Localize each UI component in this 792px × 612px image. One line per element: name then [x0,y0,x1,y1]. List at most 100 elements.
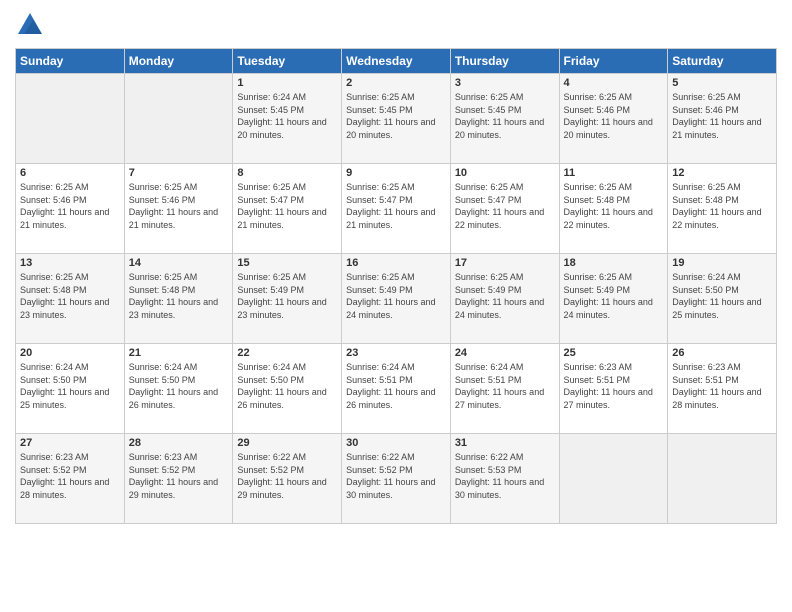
day-info: Sunrise: 6:23 AM Sunset: 5:51 PM Dayligh… [564,361,664,411]
day-number: 11 [564,167,664,179]
calendar-cell: 14 Sunrise: 6:25 AM Sunset: 5:48 PM Dayli… [124,254,233,344]
day-info: Sunrise: 6:25 AM Sunset: 5:47 PM Dayligh… [455,181,555,231]
calendar-cell: 4Sunrise: 6:25 AM Sunset: 5:46 PM Daylig… [559,74,668,164]
weekday-header-row: SundayMondayTuesdayWednesdayThursdayFrid… [16,49,777,74]
calendar-cell: 22 Sunrise: 6:24 AM Sunset: 5:50 PM Dayli… [233,344,342,434]
day-info: Sunrise: 6:25 AM Sunset: 5:48 PM Dayligh… [20,271,120,321]
day-number: 12 [672,167,772,179]
day-number: 30 [346,437,446,449]
day-number: 8 [237,167,337,179]
page: SundayMondayTuesdayWednesdayThursdayFrid… [0,0,792,612]
day-info: Sunrise: 6:25 AM Sunset: 5:46 PM Dayligh… [129,181,229,231]
calendar-cell [668,434,777,524]
calendar-cell: 29 Sunrise: 6:22 AM Sunset: 5:52 PM Dayli… [233,434,342,524]
day-info: Sunrise: 6:23 AM Sunset: 5:51 PM Dayligh… [672,361,772,411]
calendar-cell: 24 Sunrise: 6:24 AM Sunset: 5:51 PM Dayli… [450,344,559,434]
day-number: 21 [129,347,229,359]
calendar-cell: 26Sunrise: 6:23 AM Sunset: 5:51 PM Dayli… [668,344,777,434]
day-number: 31 [455,437,555,449]
day-number: 25 [564,347,664,359]
calendar-week-3: 13 Sunrise: 6:25 AM Sunset: 5:48 PM Dayli… [16,254,777,344]
calendar-cell: 19 Sunrise: 6:24 AM Sunset: 5:50 PM Dayli… [668,254,777,344]
calendar-cell: 12 Sunrise: 6:25 AM Sunset: 5:48 PM Dayli… [668,164,777,254]
day-number: 14 [129,257,229,269]
day-info: Sunrise: 6:24 AM Sunset: 5:50 PM Dayligh… [237,361,337,411]
day-info: Sunrise: 6:25 AM Sunset: 5:49 PM Dayligh… [346,271,446,321]
calendar-cell: 3 Sunrise: 6:25 AM Sunset: 5:45 PM Daylig… [450,74,559,164]
day-number: 7 [129,167,229,179]
day-info: Sunrise: 6:22 AM Sunset: 5:52 PM Dayligh… [237,451,337,501]
calendar: SundayMondayTuesdayWednesdayThursdayFrid… [15,48,777,524]
weekday-sunday: Sunday [16,49,125,74]
day-info: Sunrise: 6:23 AM Sunset: 5:52 PM Dayligh… [129,451,229,501]
calendar-cell: 23 Sunrise: 6:24 AM Sunset: 5:51 PM Dayli… [342,344,451,434]
day-info: Sunrise: 6:22 AM Sunset: 5:53 PM Dayligh… [455,451,555,501]
calendar-cell: 13 Sunrise: 6:25 AM Sunset: 5:48 PM Dayli… [16,254,125,344]
day-info: Sunrise: 6:25 AM Sunset: 5:45 PM Dayligh… [455,91,555,141]
day-info: Sunrise: 6:25 AM Sunset: 5:45 PM Dayligh… [346,91,446,141]
calendar-week-4: 20 Sunrise: 6:24 AM Sunset: 5:50 PM Dayli… [16,344,777,434]
day-info: Sunrise: 6:24 AM Sunset: 5:50 PM Dayligh… [129,361,229,411]
day-number: 15 [237,257,337,269]
calendar-cell: 28 Sunrise: 6:23 AM Sunset: 5:52 PM Dayli… [124,434,233,524]
weekday-friday: Friday [559,49,668,74]
calendar-cell: 17Sunrise: 6:25 AM Sunset: 5:49 PM Dayli… [450,254,559,344]
day-number: 9 [346,167,446,179]
day-info: Sunrise: 6:25 AM Sunset: 5:49 PM Dayligh… [237,271,337,321]
day-number: 4 [564,77,664,89]
calendar-cell: 7 Sunrise: 6:25 AM Sunset: 5:46 PM Daylig… [124,164,233,254]
calendar-cell: 6 Sunrise: 6:25 AM Sunset: 5:46 PM Daylig… [16,164,125,254]
calendar-week-1: 1 Sunrise: 6:24 AM Sunset: 5:45 PM Daylig… [16,74,777,164]
day-info: Sunrise: 6:24 AM Sunset: 5:51 PM Dayligh… [346,361,446,411]
day-info: Sunrise: 6:25 AM Sunset: 5:46 PM Dayligh… [20,181,120,231]
calendar-cell: 20Sunrise: 6:24 AM Sunset: 5:50 PM Dayli… [16,344,125,434]
weekday-wednesday: Wednesday [342,49,451,74]
day-info: Sunrise: 6:25 AM Sunset: 5:47 PM Dayligh… [346,181,446,231]
header [15,10,777,40]
calendar-cell [16,74,125,164]
day-number: 19 [672,257,772,269]
day-number: 13 [20,257,120,269]
calendar-cell: 8 Sunrise: 6:25 AM Sunset: 5:47 PM Daylig… [233,164,342,254]
day-info: Sunrise: 6:25 AM Sunset: 5:48 PM Dayligh… [564,181,664,231]
day-number: 3 [455,77,555,89]
day-number: 22 [237,347,337,359]
weekday-tuesday: Tuesday [233,49,342,74]
day-number: 29 [237,437,337,449]
calendar-cell: 31 Sunrise: 6:22 AM Sunset: 5:53 PM Dayli… [450,434,559,524]
day-info: Sunrise: 6:25 AM Sunset: 5:47 PM Dayligh… [237,181,337,231]
day-info: Sunrise: 6:24 AM Sunset: 5:45 PM Dayligh… [237,91,337,141]
calendar-header: SundayMondayTuesdayWednesdayThursdayFrid… [16,49,777,74]
day-number: 28 [129,437,229,449]
day-number: 10 [455,167,555,179]
calendar-cell: 10 Sunrise: 6:25 AM Sunset: 5:47 PM Dayli… [450,164,559,254]
day-number: 1 [237,77,337,89]
day-number: 20 [20,347,120,359]
calendar-cell: 11 Sunrise: 6:25 AM Sunset: 5:48 PM Dayli… [559,164,668,254]
calendar-body: 1 Sunrise: 6:24 AM Sunset: 5:45 PM Daylig… [16,74,777,524]
day-number: 23 [346,347,446,359]
calendar-cell: 9 Sunrise: 6:25 AM Sunset: 5:47 PM Daylig… [342,164,451,254]
day-info: Sunrise: 6:24 AM Sunset: 5:50 PM Dayligh… [672,271,772,321]
calendar-cell: 16 Sunrise: 6:25 AM Sunset: 5:49 PM Dayli… [342,254,451,344]
weekday-saturday: Saturday [668,49,777,74]
calendar-cell [559,434,668,524]
calendar-cell: 30 Sunrise: 6:22 AM Sunset: 5:52 PM Dayli… [342,434,451,524]
day-number: 24 [455,347,555,359]
day-number: 16 [346,257,446,269]
calendar-cell: 15 Sunrise: 6:25 AM Sunset: 5:49 PM Dayli… [233,254,342,344]
day-number: 6 [20,167,120,179]
calendar-cell: 1 Sunrise: 6:24 AM Sunset: 5:45 PM Daylig… [233,74,342,164]
day-info: Sunrise: 6:25 AM Sunset: 5:48 PM Dayligh… [672,181,772,231]
calendar-cell: 25 Sunrise: 6:23 AM Sunset: 5:51 PM Dayli… [559,344,668,434]
weekday-thursday: Thursday [450,49,559,74]
day-info: Sunrise: 6:25 AM Sunset: 5:48 PM Dayligh… [129,271,229,321]
calendar-week-2: 6 Sunrise: 6:25 AM Sunset: 5:46 PM Daylig… [16,164,777,254]
day-info: Sunrise: 6:22 AM Sunset: 5:52 PM Dayligh… [346,451,446,501]
day-info: Sunrise: 6:25 AM Sunset: 5:46 PM Dayligh… [672,91,772,141]
day-info: Sunrise: 6:24 AM Sunset: 5:51 PM Dayligh… [455,361,555,411]
logo-icon [15,10,45,40]
weekday-monday: Monday [124,49,233,74]
day-number: 27 [20,437,120,449]
day-info: Sunrise: 6:23 AM Sunset: 5:52 PM Dayligh… [20,451,120,501]
